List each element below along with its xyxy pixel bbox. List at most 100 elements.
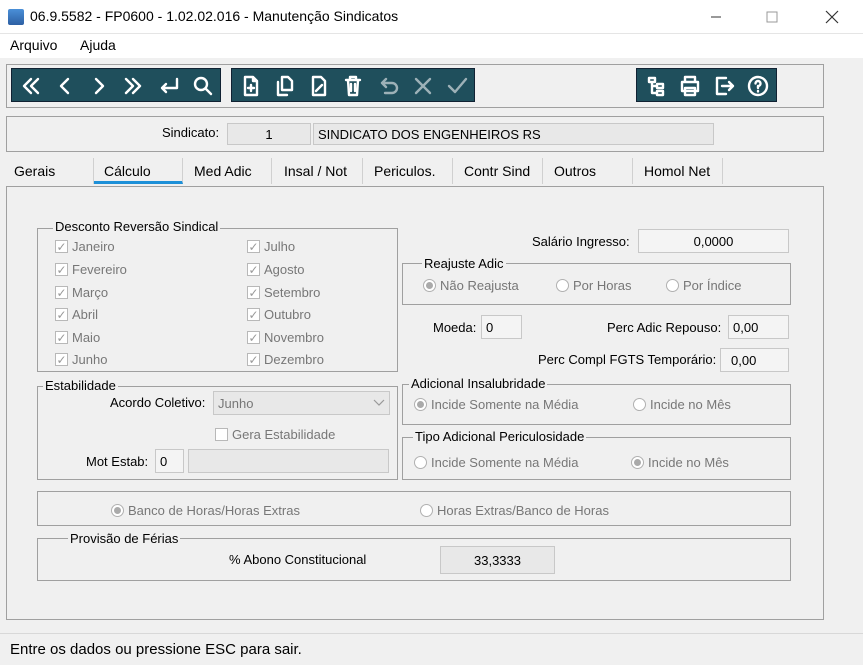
radio-label: Incide no Mês [650, 397, 731, 412]
checkbox-box [247, 331, 260, 344]
checkbox-julho[interactable]: Julho [247, 239, 295, 254]
last-icon [124, 77, 141, 95]
checkbox-junho[interactable]: Junho [55, 352, 107, 367]
tab-contr-sind[interactable]: Contr Sind [456, 158, 543, 184]
cancel-button[interactable] [406, 69, 439, 103]
radio-label: Não Reajusta [440, 278, 519, 293]
checkbox-janeiro[interactable]: Janeiro [55, 239, 115, 254]
print-button[interactable] [673, 69, 706, 103]
next-record-button[interactable] [82, 69, 115, 103]
toolbar-edit-group [231, 68, 475, 102]
ferias-title: Provisão de Férias [68, 531, 181, 546]
checkbox-box [55, 353, 68, 366]
tab-calculo[interactable]: Cálculo [94, 158, 183, 184]
checkbox-label: Maio [72, 330, 101, 345]
estabilidade-title: Estabilidade [43, 378, 118, 393]
tab-periculos[interactable]: Periculos. [366, 158, 453, 184]
checkbox-label: Novembro [264, 330, 324, 345]
checkbox-agosto[interactable]: Agosto [247, 262, 304, 277]
radio-horas-extras-banco[interactable]: Horas Extras/Banco de Horas [420, 503, 609, 518]
new-button[interactable] [234, 69, 267, 103]
new-icon [243, 75, 258, 97]
reajuste-title: Reajuste Adic [422, 256, 506, 271]
help-button[interactable] [741, 69, 774, 103]
radio-por-horas[interactable]: Por Horas [556, 278, 632, 293]
acordo-value: Junho [218, 395, 254, 411]
checkbox-novembro[interactable]: Novembro [247, 330, 324, 345]
title-bar: 06.9.5582 - FP0600 - 1.02.02.016 - Manut… [0, 0, 863, 34]
checkbox-label: Outubro [264, 307, 311, 322]
checkbox-label: Junho [72, 352, 108, 367]
tree-button[interactable] [639, 69, 672, 103]
edit-button[interactable] [302, 69, 335, 103]
radio-label: Incide Somente na Média [431, 455, 579, 470]
app-icon [8, 9, 24, 25]
checkbox-box [55, 308, 68, 321]
toolbar-tools-group [636, 68, 777, 102]
checkbox-label: Gera Estabilidade [232, 427, 336, 442]
radio-por-indice[interactable]: Por Índice [666, 278, 742, 293]
next-icon [94, 77, 104, 95]
checkbox-marco[interactable]: Março [55, 285, 108, 300]
checkbox-label: Setembro [264, 285, 321, 300]
tab-gerais[interactable]: Gerais [6, 158, 94, 184]
tab-med-adic[interactable]: Med Adic [186, 158, 272, 184]
sindicato-name-field[interactable]: SINDICATO DOS ENGENHEIROS RS [313, 123, 714, 145]
salario-field[interactable]: 0,0000 [638, 229, 789, 253]
tab-homol-net[interactable]: Homol Net [636, 158, 723, 184]
menu-bar [0, 34, 863, 58]
perc-repouso-field[interactable]: 0,00 [728, 315, 789, 339]
menu-arquivo[interactable]: Arquivo [10, 37, 57, 53]
radio-peric-media[interactable]: Incide Somente na Média [414, 455, 578, 470]
checkbox-box [247, 286, 260, 299]
mot-estab-code-field[interactable]: 0 [155, 449, 184, 473]
radio-insal-media[interactable]: Incide Somente na Média [414, 397, 578, 412]
copy-icon [276, 75, 293, 97]
tab-outros[interactable]: Outros [546, 158, 633, 184]
tab-insal-not[interactable]: Insal / Not [276, 158, 363, 184]
checkbox-abril[interactable]: Abril [55, 307, 98, 322]
radio-banco-horas-extras[interactable]: Banco de Horas/Horas Extras [111, 503, 300, 518]
delete-button[interactable] [336, 69, 369, 103]
last-record-button[interactable] [116, 69, 149, 103]
copy-button[interactable] [268, 69, 301, 103]
checkbox-fevereiro[interactable]: Fevereiro [55, 262, 127, 277]
undo-button[interactable] [372, 69, 405, 103]
checkbox-gera-estabilidade[interactable]: Gera Estabilidade [215, 427, 335, 442]
search-button[interactable] [186, 69, 219, 103]
close-icon [825, 10, 839, 24]
sindicato-code-field[interactable]: 1 [227, 123, 311, 145]
status-bar: Entre os dados ou pressione ESC para sai… [0, 633, 863, 665]
checkbox-label: Abril [72, 307, 99, 322]
checkbox-label: Julho [264, 239, 296, 254]
mot-estab-desc-field[interactable] [188, 449, 389, 473]
perc-fgts-field[interactable]: 0,00 [720, 348, 789, 372]
acordo-select[interactable]: Junho [213, 391, 390, 415]
moeda-field[interactable]: 0 [481, 315, 522, 339]
enter-button[interactable] [152, 69, 185, 103]
menu-ajuda[interactable]: Ajuda [80, 37, 116, 53]
tree-icon [647, 76, 664, 97]
radio-insal-mes[interactable]: Incide no Mês [633, 397, 731, 412]
checkbox-maio[interactable]: Maio [55, 330, 100, 345]
help-icon [747, 75, 768, 97]
maximize-button[interactable] [749, 0, 795, 34]
radio-nao-reajusta[interactable]: Não Reajusta [423, 278, 519, 293]
checkbox-setembro[interactable]: Setembro [247, 285, 320, 300]
close-button[interactable] [809, 0, 855, 34]
radio-peric-mes[interactable]: Incide no Mês [631, 455, 729, 470]
checkbox-box [247, 240, 260, 253]
radio-circle [666, 279, 679, 292]
minimize-button[interactable] [693, 0, 739, 34]
checkbox-box [55, 331, 68, 344]
chevron-down-icon [373, 399, 385, 406]
prev-record-button[interactable] [48, 69, 81, 103]
mot-estab-label: Mot Estab: [86, 454, 149, 469]
confirm-button[interactable] [440, 69, 473, 103]
first-record-button[interactable] [14, 69, 47, 103]
exit-button[interactable] [707, 69, 740, 103]
minimize-icon [711, 16, 721, 18]
abono-field[interactable]: 33,3333 [440, 546, 555, 574]
checkbox-outubro[interactable]: Outubro [247, 307, 311, 322]
checkbox-dezembro[interactable]: Dezembro [247, 352, 324, 367]
